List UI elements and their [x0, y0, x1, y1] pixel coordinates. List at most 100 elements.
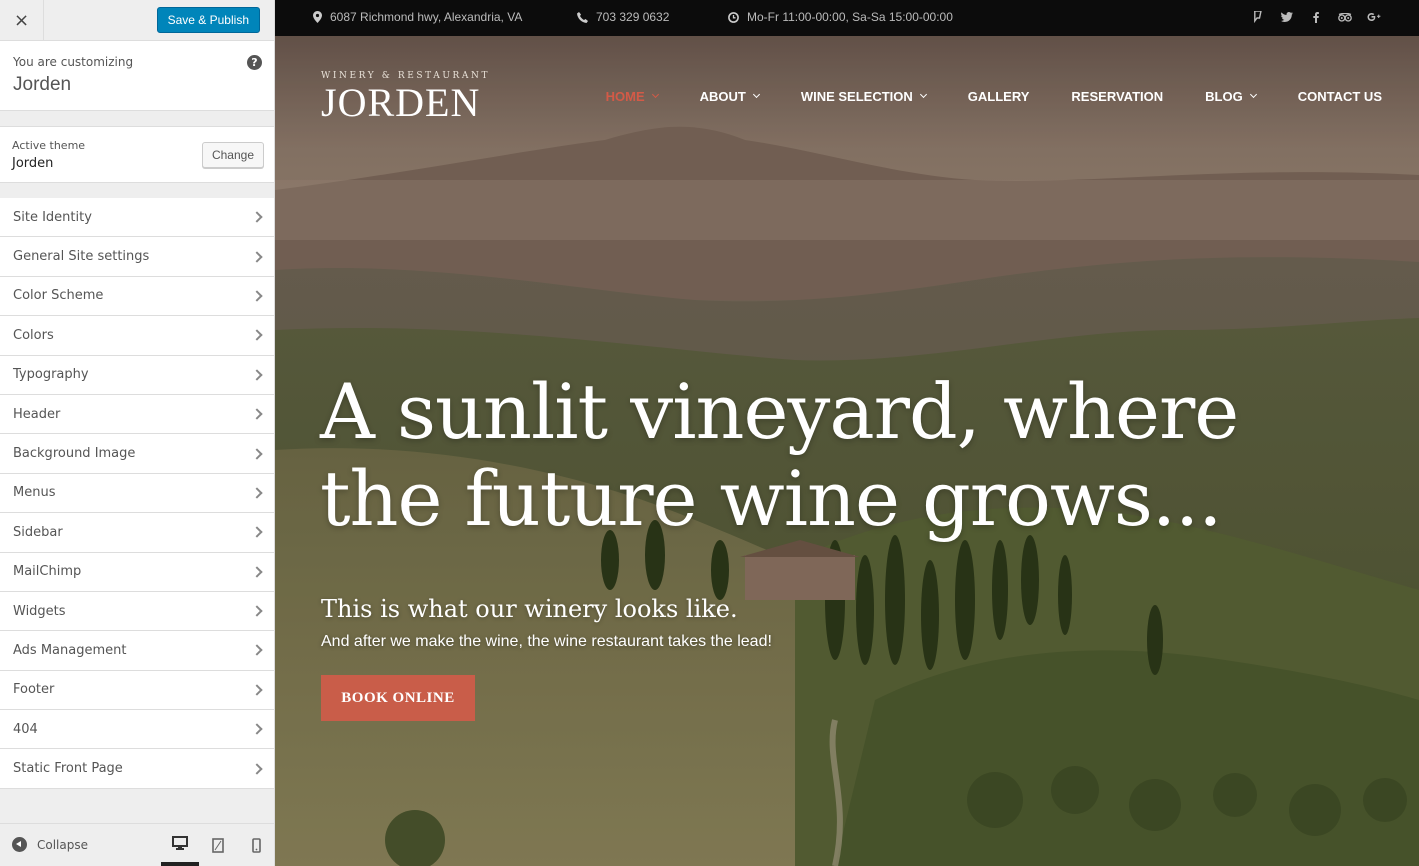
- panel-label: Static Front Page: [13, 761, 123, 777]
- nav-label: RESERVATION: [1071, 89, 1164, 104]
- collapse-label: Collapse: [37, 837, 88, 852]
- chevron-right-icon: [251, 211, 263, 223]
- panel-label: Footer: [13, 682, 55, 698]
- panel-item[interactable]: Widgets: [0, 591, 274, 632]
- social-links: [1250, 9, 1381, 25]
- site-logo[interactable]: WINERY & RESTAURANT JORDEN: [321, 71, 490, 123]
- twitter-icon[interactable]: [1279, 9, 1294, 25]
- change-theme-button[interactable]: Change: [201, 142, 264, 168]
- panel-label: Color Scheme: [13, 288, 104, 304]
- nav-item-home[interactable]: HOME: [605, 89, 659, 104]
- panel-item[interactable]: Typography: [0, 355, 274, 395]
- info-topbar: 6087 Richmond hwy, Alexandria, VA 703 32…: [275, 0, 1419, 36]
- nav-label: BLOG: [1205, 89, 1243, 104]
- book-online-button[interactable]: BOOK ONLINE: [321, 675, 475, 721]
- panel-item[interactable]: Footer: [0, 670, 274, 711]
- close-customizer-button[interactable]: ×: [0, 0, 44, 41]
- collapse-arrow-icon: [12, 837, 27, 852]
- site-name: Jorden: [13, 74, 72, 95]
- nav-item-contact-us[interactable]: CONTACT US: [1298, 89, 1382, 104]
- chevron-right-icon: [251, 566, 263, 578]
- panel-item[interactable]: MailChimp: [0, 552, 274, 592]
- panel-label: Site Identity: [13, 209, 92, 225]
- chevron-right-icon: [251, 644, 263, 657]
- close-icon: ×: [13, 10, 30, 31]
- preview-tablet-button[interactable]: [199, 824, 237, 866]
- preview-desktop-button[interactable]: [161, 824, 199, 866]
- nav-item-about[interactable]: ABOUT: [699, 89, 760, 104]
- nav-label: HOME: [605, 89, 645, 104]
- chevron-down-icon: [752, 90, 760, 99]
- panel-item[interactable]: Menus: [0, 473, 274, 514]
- nav-item-wine-selection[interactable]: WINE SELECTION: [800, 89, 927, 104]
- foursquare-icon[interactable]: [1250, 9, 1265, 25]
- panel-item[interactable]: Header: [0, 394, 274, 435]
- panel-item[interactable]: Background Image: [0, 434, 274, 474]
- chevron-right-icon: [251, 605, 263, 617]
- customizer-panel-list: Site Identity General Site settings Colo…: [0, 198, 274, 789]
- panel-label: Ads Management: [13, 642, 127, 658]
- address-info: 6087 Richmond hwy, Alexandria, VA: [313, 10, 522, 24]
- panel-label: MailChimp: [13, 564, 82, 580]
- panel-label: 404: [13, 721, 38, 737]
- hours-info: Mo-Fr 11:00-00:00, Sa-Sa 15:00-00:00: [728, 10, 953, 24]
- facebook-icon[interactable]: [1308, 9, 1323, 25]
- panel-label: Menus: [13, 485, 56, 501]
- chevron-right-icon: [251, 290, 263, 302]
- chevron-down-icon: [651, 90, 659, 99]
- panel-label: General Site settings: [13, 249, 150, 265]
- phone-info: 703 329 0632: [577, 10, 669, 24]
- save-publish-button[interactable]: Save & Publish: [156, 7, 260, 33]
- site-preview[interactable]: 6087 Richmond hwy, Alexandria, VA 703 32…: [275, 0, 1419, 866]
- panel-label: Widgets: [13, 603, 66, 619]
- desktop-icon: [172, 836, 188, 850]
- panel-item[interactable]: Site Identity: [0, 198, 274, 238]
- chevron-right-icon: [251, 526, 263, 538]
- panel-label: Header: [13, 406, 61, 422]
- logo-name: JORDEN: [321, 80, 481, 125]
- chevron-right-icon: [251, 250, 263, 263]
- panel-item[interactable]: Sidebar: [0, 513, 274, 553]
- nav-item-blog[interactable]: BLOG: [1205, 89, 1257, 104]
- collapse-button[interactable]: Collapse: [12, 837, 88, 852]
- google-plus-icon[interactable]: [1366, 9, 1381, 25]
- chevron-down-icon: [919, 90, 927, 99]
- panel-label: Typography: [13, 367, 89, 383]
- phone-text: 703 329 0632: [596, 10, 670, 24]
- chevron-right-icon: [251, 447, 263, 460]
- chevron-right-icon: [251, 723, 263, 735]
- hours-text: Mo-Fr 11:00-00:00, Sa-Sa 15:00-00:00: [747, 10, 953, 24]
- address-text: 6087 Richmond hwy, Alexandria, VA: [330, 10, 523, 24]
- chevron-right-icon: [251, 408, 263, 420]
- customizing-info: You are customizing Jorden ?: [0, 41, 274, 111]
- panel-item[interactable]: Static Front Page: [0, 749, 274, 789]
- panel-item[interactable]: 404: [0, 710, 274, 750]
- chevron-down-icon: [1249, 90, 1257, 99]
- nav-item-gallery[interactable]: GALLERY: [968, 89, 1030, 104]
- customizer-sidebar: × Save & Publish You are customizing Jor…: [0, 0, 275, 866]
- customizer-footer: Collapse: [0, 823, 274, 866]
- help-icon[interactable]: ?: [247, 55, 262, 70]
- customizing-label: You are customizing: [13, 55, 134, 69]
- nav-item-reservation[interactable]: RESERVATION: [1071, 89, 1163, 104]
- hero-description: And after we make the wine, the wine res…: [321, 633, 772, 650]
- main-navigation: HOME ABOUT WINE SELECTION GALLERY RESERV…: [564, 89, 1382, 104]
- mobile-icon: [251, 837, 261, 853]
- panel-label: Background Image: [13, 446, 136, 462]
- chevron-right-icon: [251, 487, 263, 499]
- tablet-icon: [212, 837, 224, 853]
- panel-label: Colors: [13, 327, 54, 343]
- panel-item[interactable]: Ads Management: [0, 631, 274, 671]
- panel-item[interactable]: Colors: [0, 316, 274, 356]
- phone-icon: [577, 11, 588, 23]
- active-theme-section: Active theme Jorden Change: [0, 126, 274, 183]
- hero-subtitle: This is what our winery looks like.: [321, 595, 738, 623]
- nav-label: ABOUT: [699, 89, 746, 104]
- preview-mobile-button[interactable]: [237, 824, 275, 866]
- panel-item[interactable]: Color Scheme: [0, 276, 274, 317]
- nav-label: WINE SELECTION: [800, 89, 913, 104]
- panel-item[interactable]: General Site settings: [0, 237, 274, 277]
- tripadvisor-icon[interactable]: [1337, 9, 1352, 25]
- chevron-right-icon: [251, 369, 263, 381]
- chevron-right-icon: [251, 684, 263, 696]
